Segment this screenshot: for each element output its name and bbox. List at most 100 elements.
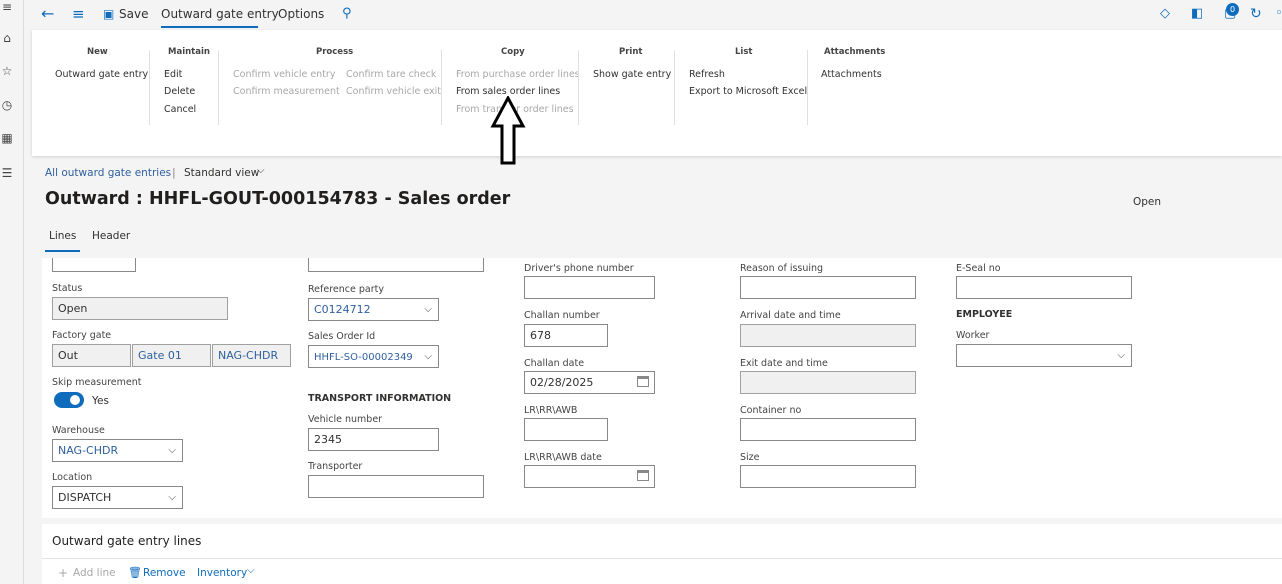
breadcrumb-link[interactable]: All outward gate entries xyxy=(45,167,171,179)
sales-order-id-value[interactable]: HHFL-SO-00002349 xyxy=(314,352,413,363)
partial-field-2[interactable] xyxy=(308,258,484,272)
delete-button[interactable]: Delete xyxy=(164,86,195,97)
transporter-field[interactable] xyxy=(308,475,484,498)
challan-date-value: 02/28/2025 xyxy=(530,376,594,389)
driver-phone-label: Driver's phone number xyxy=(524,263,634,274)
action-bar: ← ≡ ▣ Save Outward gate entry Options ⚲ … xyxy=(32,0,1282,30)
save-button[interactable]: Save xyxy=(119,0,148,28)
ribbon-separator xyxy=(807,50,808,125)
chevron-down-icon[interactable]: ⌵ xyxy=(424,299,432,320)
chevron-down-icon[interactable]: ⌵ xyxy=(168,487,176,508)
attachments-button[interactable]: Attachments xyxy=(821,69,882,80)
worker-select[interactable]: ⌵ xyxy=(956,344,1132,367)
inventory-menu[interactable]: Inventory xyxy=(197,567,247,579)
arrival-date-time-label: Arrival date and time xyxy=(740,310,841,321)
search-icon[interactable]: ⚲ xyxy=(342,0,352,28)
chevron-down-icon[interactable]: ⌵ xyxy=(424,346,432,367)
sales-order-id-select[interactable]: HHFL-SO-00002349 ⌵ xyxy=(308,345,439,368)
modules-list-icon[interactable]: ☰ xyxy=(0,166,14,180)
e-seal-field[interactable] xyxy=(956,276,1132,299)
add-line-button[interactable]: Add line xyxy=(73,567,116,579)
ribbon-separator xyxy=(149,50,150,125)
vehicle-number-value: 2345 xyxy=(314,433,342,446)
confirm-vehicle-entry-button[interactable]: Confirm vehicle entry xyxy=(233,69,335,80)
remove-button[interactable]: Remove xyxy=(143,567,186,579)
chevron-down-icon[interactable]: ⌵ xyxy=(257,165,265,176)
challan-date-field[interactable]: 02/28/2025 xyxy=(524,371,655,394)
add-line-icon[interactable]: + xyxy=(58,566,68,580)
lr-rr-awb-date-field[interactable] xyxy=(524,465,655,488)
reference-party-value[interactable]: C0124712 xyxy=(314,303,371,316)
from-purchase-order-lines-button[interactable]: From purchase order lines xyxy=(456,69,580,80)
chevron-down-icon[interactable]: ⌵ xyxy=(1117,345,1125,366)
size-field[interactable] xyxy=(740,465,916,488)
refresh-icon[interactable]: ↻ xyxy=(1250,0,1262,28)
workspaces-icon[interactable]: ▦ xyxy=(0,131,14,145)
vehicle-number-label: Vehicle number xyxy=(308,414,383,425)
favorites-star-icon[interactable]: ☆ xyxy=(0,64,14,78)
reference-party-select[interactable]: C0124712 ⌵ xyxy=(308,298,439,321)
location-select[interactable]: DISPATCH ⌵ xyxy=(52,486,183,509)
factory-gate-label: Factory gate xyxy=(52,330,112,341)
tab-options[interactable]: Options xyxy=(278,0,324,28)
view-selector[interactable]: Standard view xyxy=(184,167,259,179)
warehouse-label: Warehouse xyxy=(52,425,105,436)
edit-button[interactable]: Edit xyxy=(164,69,182,80)
remove-trash-icon[interactable]: 🗑 xyxy=(128,566,142,579)
factory-gate-gate-field[interactable]: Gate 01 xyxy=(132,344,211,367)
calendar-icon[interactable] xyxy=(637,376,649,387)
tab-outward-gate-entry[interactable]: Outward gate entry xyxy=(161,0,279,28)
size-label: Size xyxy=(740,452,760,463)
ribbon-separator xyxy=(218,50,219,125)
reference-party-label: Reference party xyxy=(308,284,384,295)
skip-measurement-toggle[interactable] xyxy=(54,392,84,408)
cancel-button[interactable]: Cancel xyxy=(164,104,196,115)
chevron-down-icon[interactable]: ⌵ xyxy=(247,565,255,576)
exit-date-time-field xyxy=(740,371,916,394)
challan-number-field[interactable]: 678 xyxy=(524,324,608,347)
warehouse-value[interactable]: NAG-CHDR xyxy=(58,444,118,457)
lr-rr-awb-field[interactable] xyxy=(524,418,608,441)
confirm-measurement-button[interactable]: Confirm measurement xyxy=(233,86,340,97)
factory-gate-site-value[interactable]: NAG-CHDR xyxy=(218,349,278,362)
transport-information-heading: TRANSPORT INFORMATION xyxy=(308,393,452,404)
new-outward-gate-entry[interactable]: Outward gate entry xyxy=(55,69,148,80)
recent-clock-icon[interactable]: ◷ xyxy=(0,98,14,112)
reason-of-issuing-field[interactable] xyxy=(740,276,916,299)
left-nav-rail: ≡ ⌂ ☆ ◷ ▦ ☰ xyxy=(0,0,24,584)
home-icon[interactable]: ⌂ xyxy=(0,31,14,45)
hamburger-icon[interactable]: ≡ xyxy=(0,0,14,14)
office-icon[interactable]: ◧ xyxy=(1191,0,1203,28)
refresh-button[interactable]: Refresh xyxy=(689,69,725,80)
warehouse-select[interactable]: NAG-CHDR ⌵ xyxy=(52,439,183,462)
back-arrow-icon[interactable]: ← xyxy=(41,0,54,28)
skip-measurement-label: Skip measurement xyxy=(52,377,142,388)
export-to-excel-button[interactable]: Export to Microsoft Excel xyxy=(689,86,807,97)
confirm-vehicle-exit-button[interactable]: Confirm vehicle exit xyxy=(346,86,441,97)
driver-phone-field[interactable] xyxy=(524,276,655,299)
status-field: Open xyxy=(52,297,228,320)
factory-gate-site-field[interactable]: NAG-CHDR xyxy=(212,344,291,367)
ribbon-separator xyxy=(674,50,675,125)
confirm-tare-check-button[interactable]: Confirm tare check xyxy=(346,69,436,80)
vehicle-number-field[interactable]: 2345 xyxy=(308,428,439,451)
tab-lines[interactable]: Lines xyxy=(49,230,76,242)
partial-field-1[interactable] xyxy=(52,258,136,272)
factory-gate-gate-value[interactable]: Gate 01 xyxy=(138,349,182,362)
menu-lines-icon[interactable]: ≡ xyxy=(72,0,85,28)
save-icon[interactable]: ▣ xyxy=(103,0,114,28)
diamond-icon[interactable]: ◇ xyxy=(1160,0,1170,28)
tab-header[interactable]: Header xyxy=(92,230,130,242)
breadcrumb-separator: | xyxy=(172,166,176,179)
lines-section-title: Outward gate entry lines xyxy=(52,534,202,548)
challan-number-value: 678 xyxy=(530,329,551,342)
chevron-down-icon[interactable]: ⌵ xyxy=(168,440,176,461)
factory-gate-direction-value: Out xyxy=(58,349,78,362)
container-no-field[interactable] xyxy=(740,418,916,441)
show-gate-entry-button[interactable]: Show gate entry xyxy=(593,69,671,80)
overflow-icon[interactable]: ◦ xyxy=(1275,0,1282,28)
challan-number-label: Challan number xyxy=(524,310,600,321)
location-label: Location xyxy=(52,472,93,483)
calendar-icon[interactable] xyxy=(637,470,649,481)
lr-rr-awb-date-label: LR\RR\AWB date xyxy=(524,452,602,463)
